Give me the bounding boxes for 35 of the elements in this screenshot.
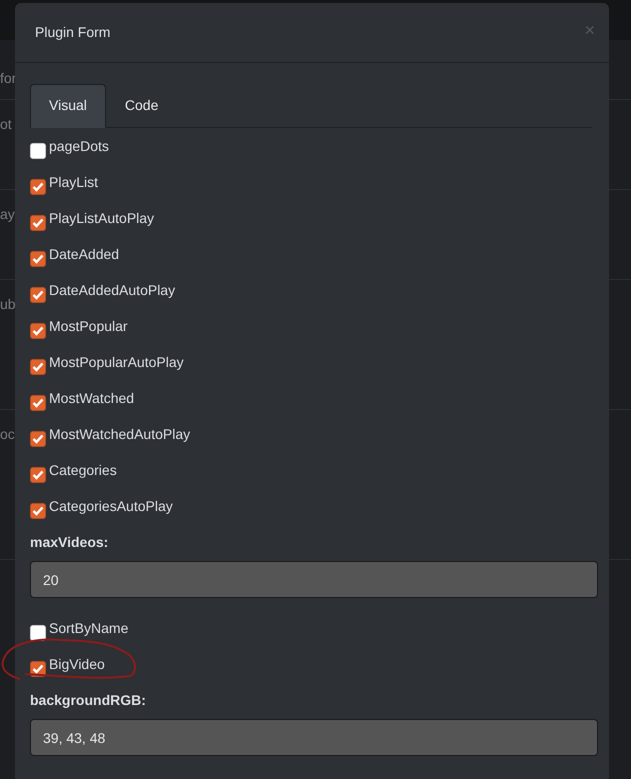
input-field[interactable]: 39, 43, 48 [30, 719, 598, 756]
checkbox-label: MostPopular [49, 317, 128, 336]
checkbox[interactable] [30, 215, 46, 231]
checkbox-label: MostWatchedAutoPlay [49, 425, 190, 444]
checkbox[interactable] [30, 359, 46, 375]
checkbox-label: MostPopularAutoPlay [49, 353, 184, 372]
background-text: ub [0, 295, 16, 314]
checkbox-label: PlayListAutoPlay [49, 209, 154, 228]
input-field[interactable]: 20 [30, 561, 598, 598]
checkbox-label: pageDots [49, 137, 109, 156]
checkbox[interactable] [30, 287, 46, 303]
checkbox[interactable] [30, 431, 46, 447]
checkbox[interactable] [30, 179, 46, 195]
checkbox[interactable] [30, 467, 46, 483]
background-text: oc [0, 425, 15, 444]
checkbox[interactable] [30, 503, 46, 519]
field-label: maxVideos: [30, 533, 110, 552]
checkbox-label: MostWatched [49, 389, 134, 408]
checkbox[interactable] [30, 251, 46, 267]
checkbox-label: DateAdded [49, 245, 120, 264]
checkbox-label: BigVideo [49, 655, 105, 674]
field-label: backgroundRGB: [30, 691, 147, 710]
checkbox-label: DateAddedAutoPlay [49, 281, 176, 300]
tab[interactable]: Code [106, 84, 178, 128]
checkbox[interactable] [30, 323, 46, 339]
background-text: ot [0, 115, 12, 134]
tab[interactable]: Visual [30, 84, 106, 128]
checkbox-label: CategoriesAutoPlay [49, 497, 173, 516]
checkbox[interactable] [30, 395, 46, 411]
background-text: for [0, 69, 16, 88]
modal-title: Plugin Form [35, 23, 110, 42]
background-text: ay [0, 205, 15, 224]
checkbox-label: Categories [49, 461, 117, 480]
checkbox-label: PlayList [49, 173, 98, 192]
checkbox-label: SortByName [49, 619, 128, 638]
